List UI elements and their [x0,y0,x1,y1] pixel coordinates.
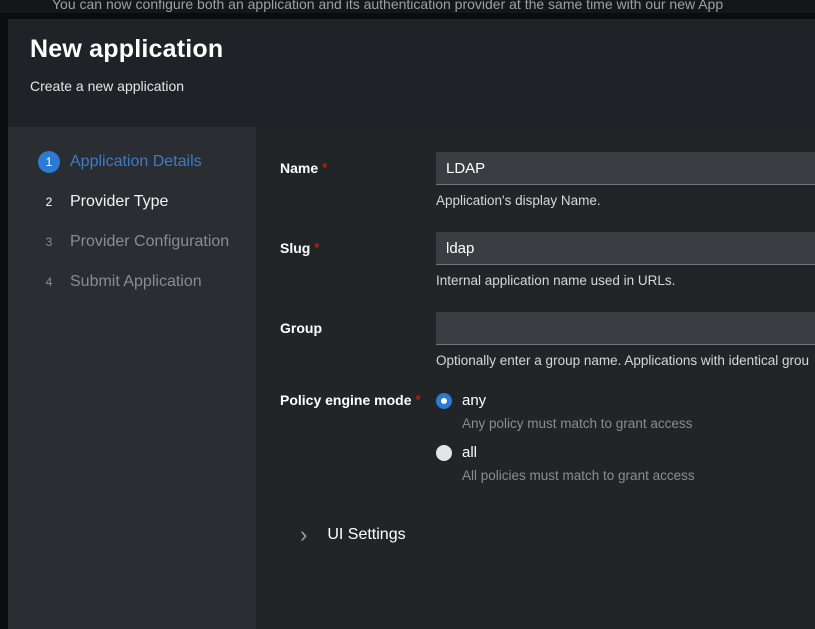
notification-banner: You can now configure both an applicatio… [0,0,815,13]
name-label: Name * [280,160,327,176]
slug-label: Slug * [280,240,319,256]
group-label-text: Group [280,320,322,336]
required-asterisk: * [322,160,327,175]
form-group-slug: Slug * Internal application name used in … [280,232,815,288]
radio-any-label: any [462,392,486,409]
step-number-badge: 2 [38,191,60,213]
new-application-modal: New application Create a new application… [8,19,815,629]
wizard-form: Name * Application's display Name. Slug * … [256,127,815,629]
chevron-right-icon: › [300,527,307,543]
form-group-name: Name * Application's display Name. [280,152,815,208]
name-control-col: Application's display Name. [436,152,815,208]
policy-control-col: any Any policy must match to grant acces… [436,392,815,496]
modal-header: New application Create a new application [8,19,815,127]
radio-all-help: All policies must match to grant access [462,468,815,483]
step-label: Provider Configuration [70,233,229,251]
slug-control-col: Internal application name used in URLs. [436,232,815,288]
slug-help: Internal application name used in URLs. [436,273,815,288]
modal-body: 1 Application Details 2 Provider Type 3 … [8,127,815,629]
radio-option-all[interactable]: all [436,444,815,461]
required-asterisk: * [415,392,420,407]
radio-option-any[interactable]: any [436,392,815,409]
slug-label-col: Slug * [280,232,436,288]
step-label: Submit Application [70,273,202,291]
policy-label-text: Policy engine mode [280,392,411,408]
name-help: Application's display Name. [436,193,815,208]
group-label: Group [280,320,322,336]
banner-text: You can now configure both an applicatio… [0,0,815,12]
step-label: Provider Type [70,193,168,211]
radio-checked-icon[interactable] [436,393,452,409]
ui-settings-label: UI Settings [327,526,405,544]
radio-all-label: all [462,444,477,461]
slug-label-text: Slug [280,240,310,256]
slug-input[interactable] [436,232,815,265]
radio-any-help: Any policy must match to grant access [462,416,815,431]
modal-subtitle: Create a new application [30,78,791,94]
name-label-col: Name * [280,152,436,208]
name-label-text: Name [280,160,318,176]
step-number-badge: 3 [38,231,60,253]
wizard-step-submit-application: 4 Submit Application [38,271,248,293]
group-label-col: Group [280,312,436,368]
step-number-badge: 1 [38,151,60,173]
wizard-nav: 1 Application Details 2 Provider Type 3 … [8,127,256,629]
group-help: Optionally enter a group name. Applicati… [436,353,815,368]
wizard-step-application-details[interactable]: 1 Application Details [38,151,248,173]
group-input[interactable] [436,312,815,345]
wizard-step-provider-configuration: 3 Provider Configuration [38,231,248,253]
step-label: Application Details [70,153,202,171]
form-group-policy-engine-mode: Policy engine mode * any Any policy must … [280,392,815,496]
policy-engine-mode-label: Policy engine mode * [280,392,421,408]
step-number-badge: 4 [38,271,60,293]
policy-label-col: Policy engine mode * [280,392,436,496]
group-control-col: Optionally enter a group name. Applicati… [436,312,815,368]
wizard-step-provider-type[interactable]: 2 Provider Type [38,191,248,213]
radio-unchecked-icon[interactable] [436,445,452,461]
name-input[interactable] [436,152,815,185]
form-group-group: Group Optionally enter a group name. App… [280,312,815,368]
modal-title: New application [30,35,791,64]
ui-settings-expander[interactable]: › UI Settings [300,526,815,544]
required-asterisk: * [314,240,319,255]
